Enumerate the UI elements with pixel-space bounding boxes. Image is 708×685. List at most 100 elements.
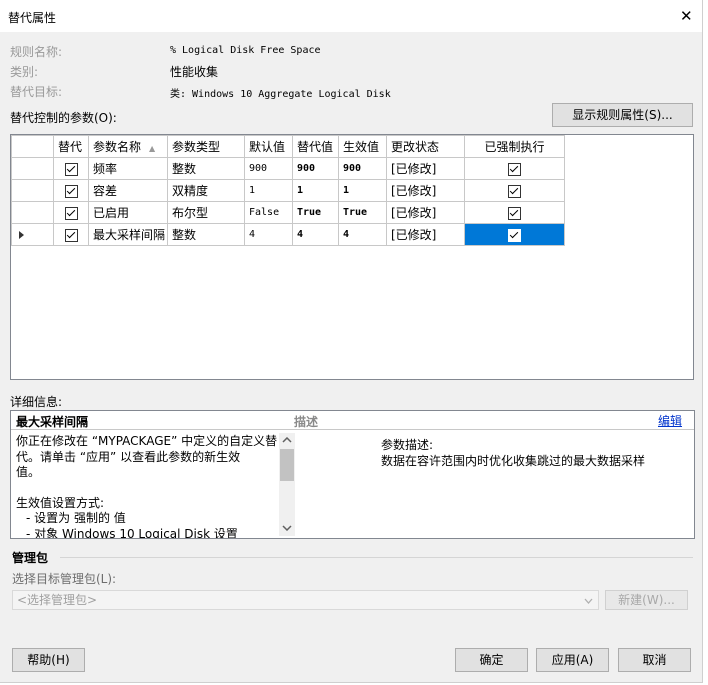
new-management-pack-button[interactable]: 新建(W)... [605, 590, 688, 610]
select-target-pack-label: 选择目标管理包(L): [12, 572, 117, 586]
details-title: 最大采样间隔 [16, 415, 89, 429]
chevron-down-icon [584, 598, 593, 604]
param-name-cell: 频率 [88, 157, 168, 180]
override-checkbox[interactable] [53, 157, 89, 180]
override-checkbox[interactable] [53, 179, 89, 202]
default-value-cell: 1 [244, 179, 293, 202]
effective-value-cell: 4 [338, 223, 387, 246]
description-header: 描述 [294, 415, 319, 429]
param-name-cell: 容差 [88, 179, 168, 202]
parameters-table: 替代 参数名称 ▲ 参数类型 默认值 替代值 生效值 更改状态 已强制执行 频率 … [11, 135, 565, 246]
param-type-cell: 整数 [167, 223, 245, 246]
management-pack-header: 管理包 [12, 551, 49, 565]
enforced-checkbox[interactable] [464, 201, 565, 224]
row-header[interactable] [11, 201, 54, 224]
details-blank-line [16, 481, 278, 496]
param-type-cell: 整数 [167, 157, 245, 180]
row-header[interactable] [11, 223, 54, 246]
checkbox-checked-icon [64, 228, 78, 242]
enforced-checkbox[interactable] [464, 223, 565, 246]
scroll-up-icon[interactable] [282, 437, 292, 443]
column-header-param-name[interactable]: 参数名称 ▲ [88, 135, 168, 158]
parameters-grid: 替代 参数名称 ▲ 参数类型 默认值 替代值 生效值 更改状态 已强制执行 频率 … [10, 134, 694, 380]
target-label: 替代目标: [10, 85, 63, 99]
column-header-effective[interactable]: 生效值 [338, 135, 387, 158]
target-management-pack-value: <选择管理包> [17, 593, 98, 607]
checkbox-checked-icon [64, 206, 78, 220]
effective-value-cell: 900 [338, 157, 387, 180]
checkbox-checked-icon [508, 228, 521, 242]
details-text-line: 值。 [16, 465, 41, 479]
param-type-cell: 布尔型 [167, 201, 245, 224]
cancel-button[interactable]: 取消 [618, 648, 691, 672]
edit-link[interactable]: 编辑 [658, 412, 682, 429]
default-value-cell: 900 [244, 157, 293, 180]
params-label: 替代控制的参数(O): [10, 111, 117, 125]
details-title-bar: 最大采样间隔 [11, 411, 294, 430]
param-name-cell: 最大采样间隔 [88, 223, 168, 246]
rule-name-value: % Logical Disk Free Space [170, 45, 321, 56]
override-properties-dialog: 替代属性 ✕ 规则名称: % Logical Disk Free Space 类… [0, 0, 703, 683]
column-header-enforced[interactable]: 已强制执行 [464, 135, 565, 158]
table-header-row: 替代 参数名称 ▲ 参数类型 默认值 替代值 生效值 更改状态 已强制执行 [11, 135, 565, 158]
override-value-cell[interactable]: 900 [292, 157, 339, 180]
param-type-cell: 双精度 [167, 179, 245, 202]
column-header-change-status[interactable]: 更改状态 [386, 135, 465, 158]
details-text-area: 你正在修改在 “MYPACKAGE” 中定义的自定义替 代。请单击 “应用” 以… [16, 434, 278, 538]
default-value-cell: 4 [244, 223, 293, 246]
details-label: 详细信息: [10, 395, 63, 409]
column-header-override-value[interactable]: 替代值 [292, 135, 339, 158]
override-value-cell[interactable]: 1 [292, 179, 339, 202]
row-header[interactable] [11, 157, 54, 180]
override-checkbox[interactable] [53, 223, 89, 246]
apply-button[interactable]: 应用(A) [536, 648, 609, 672]
param-description-label: 参数描述: [381, 438, 434, 452]
target-management-pack-select[interactable]: <选择管理包> [12, 590, 599, 610]
override-value-cell[interactable]: True [292, 201, 339, 224]
param-name-cell: 已启用 [88, 201, 168, 224]
details-text-line: - 设置为 强制的 值 [26, 511, 126, 525]
scrollbar-thumb[interactable] [280, 449, 294, 481]
column-header-param-type[interactable]: 参数类型 [167, 135, 245, 158]
close-icon[interactable]: ✕ [680, 7, 693, 25]
change-status-cell: [已修改] [386, 157, 465, 180]
row-header-corner [11, 135, 54, 158]
row-header[interactable] [11, 179, 54, 202]
category-value: 性能收集 [170, 65, 219, 79]
checkbox-checked-icon [64, 162, 78, 176]
column-header-default[interactable]: 默认值 [244, 135, 293, 158]
rule-name-label: 规则名称: [10, 45, 63, 59]
override-value-cell[interactable]: 4 [292, 223, 339, 246]
enforced-checkbox[interactable] [464, 157, 565, 180]
category-label: 类别: [10, 65, 39, 79]
param-description-text: 数据在容许范围内时优化收集跳过的最大数据采样 [381, 454, 646, 468]
details-text-line: 代。请单击 “应用” 以查看此参数的新生效 [16, 449, 241, 464]
override-checkbox[interactable] [53, 201, 89, 224]
effective-value-cell: 1 [338, 179, 387, 202]
table-row-selected[interactable]: 最大采样间隔 整数 4 4 4 [已修改] [11, 223, 565, 246]
checkbox-checked-icon [64, 184, 78, 198]
enforced-checkbox[interactable] [464, 179, 565, 202]
management-pack-divider [60, 557, 693, 558]
column-header-override[interactable]: 替代 [53, 135, 89, 158]
table-row[interactable]: 容差 双精度 1 1 1 [已修改] [11, 179, 565, 202]
show-rule-properties-button[interactable]: 显示规则属性(S)... [552, 103, 693, 127]
details-text-line: 你正在修改在 “MYPACKAGE” 中定义的自定义替 [16, 434, 278, 448]
ok-button[interactable]: 确定 [455, 648, 528, 672]
scroll-down-icon[interactable] [282, 525, 292, 531]
checkbox-checked-icon [508, 206, 521, 220]
change-status-cell: [已修改] [386, 179, 465, 202]
checkbox-checked-icon [508, 184, 521, 198]
details-scrollbar[interactable] [279, 433, 295, 536]
table-row[interactable]: 已启用 布尔型 False True True [已修改] [11, 201, 565, 224]
target-value: 类: Windows 10 Aggregate Logical Disk [170, 89, 391, 100]
default-value-cell: False [244, 201, 293, 224]
window-title: 替代属性 [8, 11, 57, 25]
details-panel: 最大采样间隔 描述 编辑 你正在修改在 “MYPACKAGE” 中定义的自定义替… [10, 410, 695, 539]
change-status-cell: [已修改] [386, 223, 465, 246]
column-header-param-name-label: 参数名称 [93, 140, 142, 154]
table-row[interactable]: 频率 整数 900 900 900 [已修改] [11, 157, 565, 180]
help-button[interactable]: 帮助(H) [12, 648, 85, 672]
title-bar: 替代属性 ✕ [0, 0, 702, 32]
description-header-bar: 描述 编辑 [294, 411, 694, 430]
